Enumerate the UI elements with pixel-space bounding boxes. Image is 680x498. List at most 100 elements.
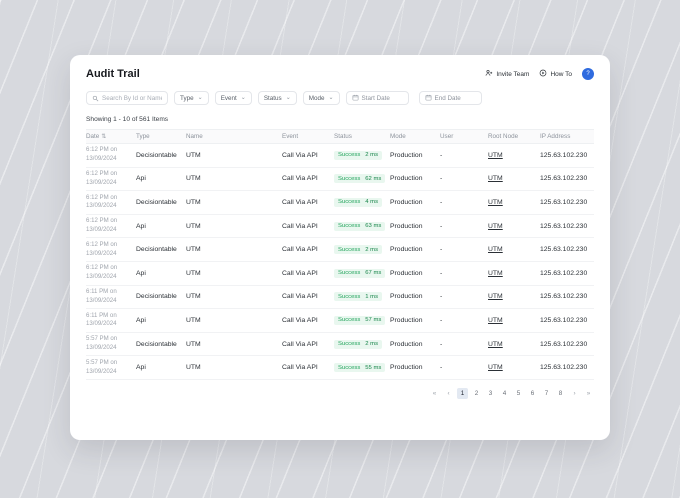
cell-mode: Production (390, 316, 423, 324)
cell-date: 5:57 PM on 13/09/2024 (86, 335, 118, 352)
how-to-label: How To (550, 70, 572, 78)
cell-status: Success 2 ms (334, 245, 390, 255)
search-icon (92, 89, 99, 107)
pagination-first-button[interactable]: « (429, 388, 440, 399)
cell-date: 6:12 PM on 13/09/2024 (86, 193, 118, 210)
user-avatar[interactable]: ? (582, 68, 594, 80)
cell-status: Success 2 ms (334, 150, 390, 160)
status-text: Success (338, 199, 361, 206)
pagination-prev-button[interactable]: ‹ (443, 388, 454, 399)
cell-ip: 125.63.102.230 (540, 198, 588, 206)
status-text: Success (338, 152, 361, 159)
cell-root-node: UTM (488, 152, 540, 159)
cell-status: Success 2 ms (334, 339, 390, 349)
root-node-link[interactable]: UTM (488, 293, 503, 300)
event-filter-dropdown[interactable]: Event ⌄ (214, 91, 252, 105)
status-badge: Success 2 ms (334, 245, 383, 255)
cell-type: Api (136, 175, 146, 183)
how-to-icon (539, 69, 547, 79)
cell-event: Call Via API (282, 293, 318, 301)
pagination-page-button[interactable]: 1 (457, 387, 468, 399)
cell-date: 5:57 PM on 13/09/2024 (86, 358, 118, 375)
cell-user: - (440, 246, 443, 254)
cell-mode: Production (390, 364, 423, 372)
search-input[interactable] (102, 94, 162, 102)
cell-type: Api (136, 269, 146, 277)
cell-name: UTM (186, 364, 201, 372)
cell-event: Call Via API (282, 175, 318, 183)
invite-team-label: Invite Team (496, 70, 530, 78)
root-node-link[interactable]: UTM (488, 270, 503, 277)
table-row: 5:57 PM on 13/09/2024 Decisiontable UTM Call… (86, 333, 594, 357)
cell-mode: Production (390, 293, 423, 301)
results-summary: Showing 1 - 10 of 561 Items (86, 116, 169, 123)
type-filter-dropdown[interactable]: Type ⌄ (174, 91, 209, 105)
mode-filter-dropdown[interactable]: Mode ⌄ (302, 91, 340, 105)
how-to-button[interactable]: How To (539, 69, 572, 79)
status-text: Success (338, 293, 361, 300)
column-header-date[interactable]: Date ⇅ (86, 133, 136, 140)
root-node-link[interactable]: UTM (488, 341, 503, 348)
root-node-link[interactable]: UTM (488, 152, 503, 159)
cell-root-node: UTM (488, 246, 540, 253)
cell-date: 6:12 PM on 13/09/2024 (86, 217, 118, 234)
cell-ip: 125.63.102.230 (540, 364, 588, 372)
root-node-link[interactable]: UTM (488, 364, 503, 371)
column-header-ip: IP Address (540, 133, 571, 140)
root-node-link[interactable]: UTM (488, 175, 503, 182)
pagination-page-button[interactable]: 3 (485, 388, 496, 399)
cell-type: Decisiontable (136, 151, 177, 159)
invite-team-button[interactable]: Invite Team (485, 69, 529, 79)
cell-date: 6:12 PM on 13/09/2024 (86, 264, 118, 281)
status-latency: 67 ms (365, 270, 382, 277)
status-latency: 2 ms (365, 341, 379, 348)
calendar-icon (352, 94, 359, 103)
table-row: 6:11 PM on 13/09/2024 Decisiontable UTM Call… (86, 286, 594, 310)
cell-status: Success 62 ms (334, 174, 390, 184)
cell-date: 6:12 PM on 13/09/2024 (86, 240, 118, 257)
status-filter-dropdown[interactable]: Status ⌄ (257, 91, 297, 105)
cell-event: Call Via API (282, 151, 318, 159)
cell-ip: 125.63.102.230 (540, 246, 588, 254)
search-box[interactable] (86, 91, 168, 105)
pagination-page-button[interactable]: 7 (541, 388, 552, 399)
cell-ip: 125.63.102.230 (540, 269, 588, 277)
cell-type: Api (136, 222, 146, 230)
cell-name: UTM (186, 151, 201, 159)
root-node-link[interactable]: UTM (488, 199, 503, 206)
cell-type: Decisiontable (136, 246, 177, 254)
status-badge: Success 57 ms (334, 315, 386, 325)
root-node-link[interactable]: UTM (488, 317, 503, 324)
table-row: 5:57 PM on 13/09/2024 Api UTM Call Via API Su… (86, 356, 594, 380)
pagination-last-button[interactable]: » (583, 388, 594, 399)
pagination-page-button[interactable]: 6 (527, 388, 538, 399)
table-header: Date ⇅ Type Name Event Status Mode User … (86, 129, 594, 144)
cell-root-node: UTM (488, 223, 540, 230)
root-node-link[interactable]: UTM (488, 246, 503, 253)
root-node-link[interactable]: UTM (488, 223, 503, 230)
cell-ip: 125.63.102.230 (540, 175, 588, 183)
cell-name: UTM (186, 175, 201, 183)
cell-name: UTM (186, 198, 201, 206)
event-filter-label: Event (220, 94, 237, 102)
start-date-input[interactable]: Start Date (345, 91, 409, 105)
cell-event: Call Via API (282, 340, 318, 348)
cell-type: Api (136, 316, 146, 324)
status-latency: 1 ms (365, 293, 379, 300)
filter-bar: Type ⌄ Event ⌄ Status ⌄ Mode ⌄ Start Dat… (86, 91, 594, 105)
status-latency: 2 ms (365, 246, 379, 253)
cell-type: Decisiontable (136, 340, 177, 348)
pagination-page-button[interactable]: 8 (555, 388, 566, 399)
end-date-label: End Date (434, 94, 461, 102)
pagination-page-button[interactable]: 5 (513, 388, 524, 399)
column-header-type: Type (136, 133, 150, 140)
pagination-page-button[interactable]: 2 (471, 388, 482, 399)
cell-user: - (440, 198, 443, 206)
end-date-input[interactable]: End Date (418, 91, 482, 105)
table-body: 6:12 PM on 13/09/2024 Decisiontable UTM Call… (86, 144, 594, 380)
pagination-page-button[interactable]: 4 (499, 388, 510, 399)
status-badge: Success 55 ms (334, 363, 386, 373)
status-text: Success (338, 175, 361, 182)
table-row: 6:12 PM on 13/09/2024 Decisiontable UTM Call… (86, 191, 594, 215)
pagination-next-button[interactable]: › (569, 388, 580, 399)
